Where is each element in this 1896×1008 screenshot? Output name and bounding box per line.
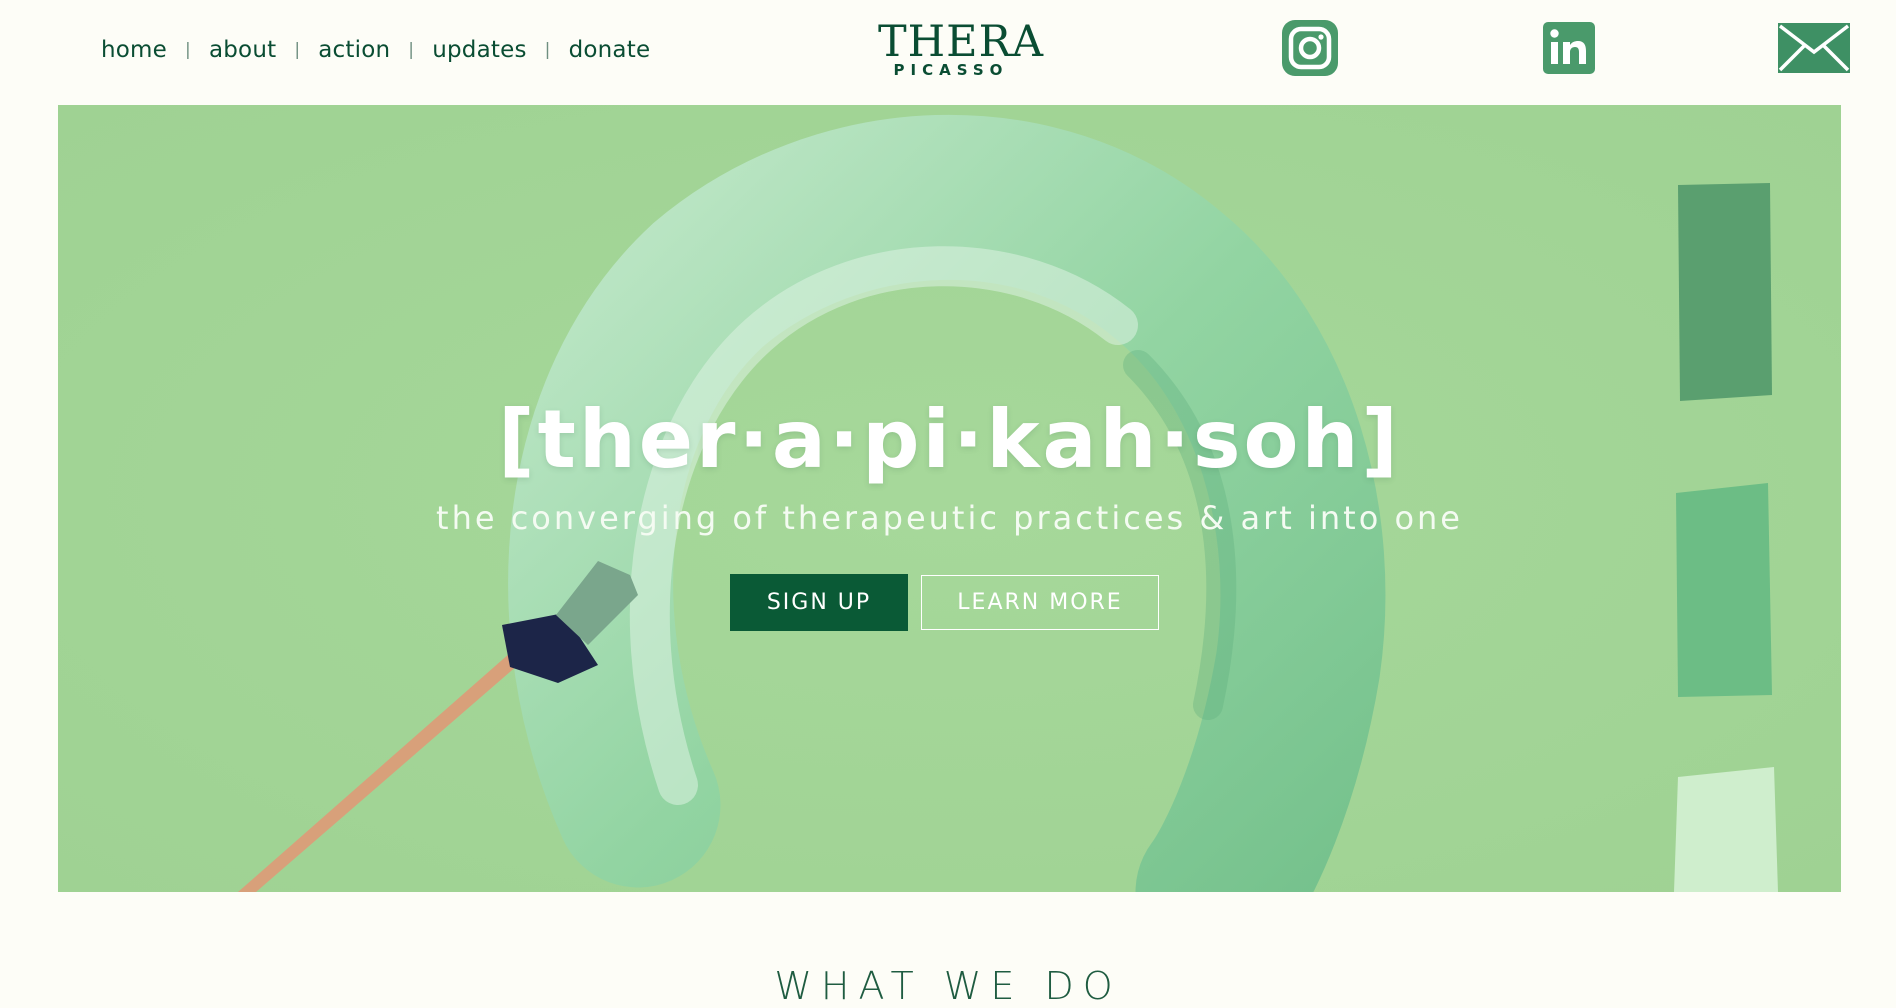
site-header: home | about | action | updates | donate…	[0, 0, 1896, 105]
nav-separator: |	[408, 40, 415, 60]
nav-action-link[interactable]: action	[318, 37, 390, 63]
learn-more-button[interactable]: LEARN MORE	[921, 575, 1159, 630]
nav-separator: |	[185, 40, 191, 60]
instagram-icon[interactable]	[1280, 18, 1340, 78]
hero-banner: [ther·a·pi·kah·soh] the converging of th…	[58, 105, 1841, 892]
nav-separator: |	[544, 40, 551, 60]
what-we-do-heading: WHAT WE DO	[774, 964, 1122, 1008]
sign-up-button[interactable]: SIGN UP	[730, 574, 908, 631]
envelope-icon[interactable]	[1776, 20, 1852, 76]
main-nav: home | about | action | updates | donate	[101, 34, 650, 66]
linkedin-icon[interactable]	[1539, 18, 1599, 78]
logo-subwordmark: PICASSO	[893, 61, 1009, 79]
logo-wordmark: THERA	[878, 17, 1044, 67]
hero-tagline: the converging of therapeutic practices …	[436, 499, 1463, 537]
nav-updates-link[interactable]: updates	[432, 37, 526, 63]
nav-about-link[interactable]: about	[209, 37, 276, 63]
hero-headline: [ther·a·pi·kah·soh]	[498, 393, 1401, 486]
nav-donate-link[interactable]: donate	[569, 37, 651, 63]
site-logo[interactable]: THERA PICASSO	[878, 17, 1044, 82]
nav-home-link[interactable]: home	[101, 37, 167, 63]
nav-separator: |	[294, 40, 301, 60]
